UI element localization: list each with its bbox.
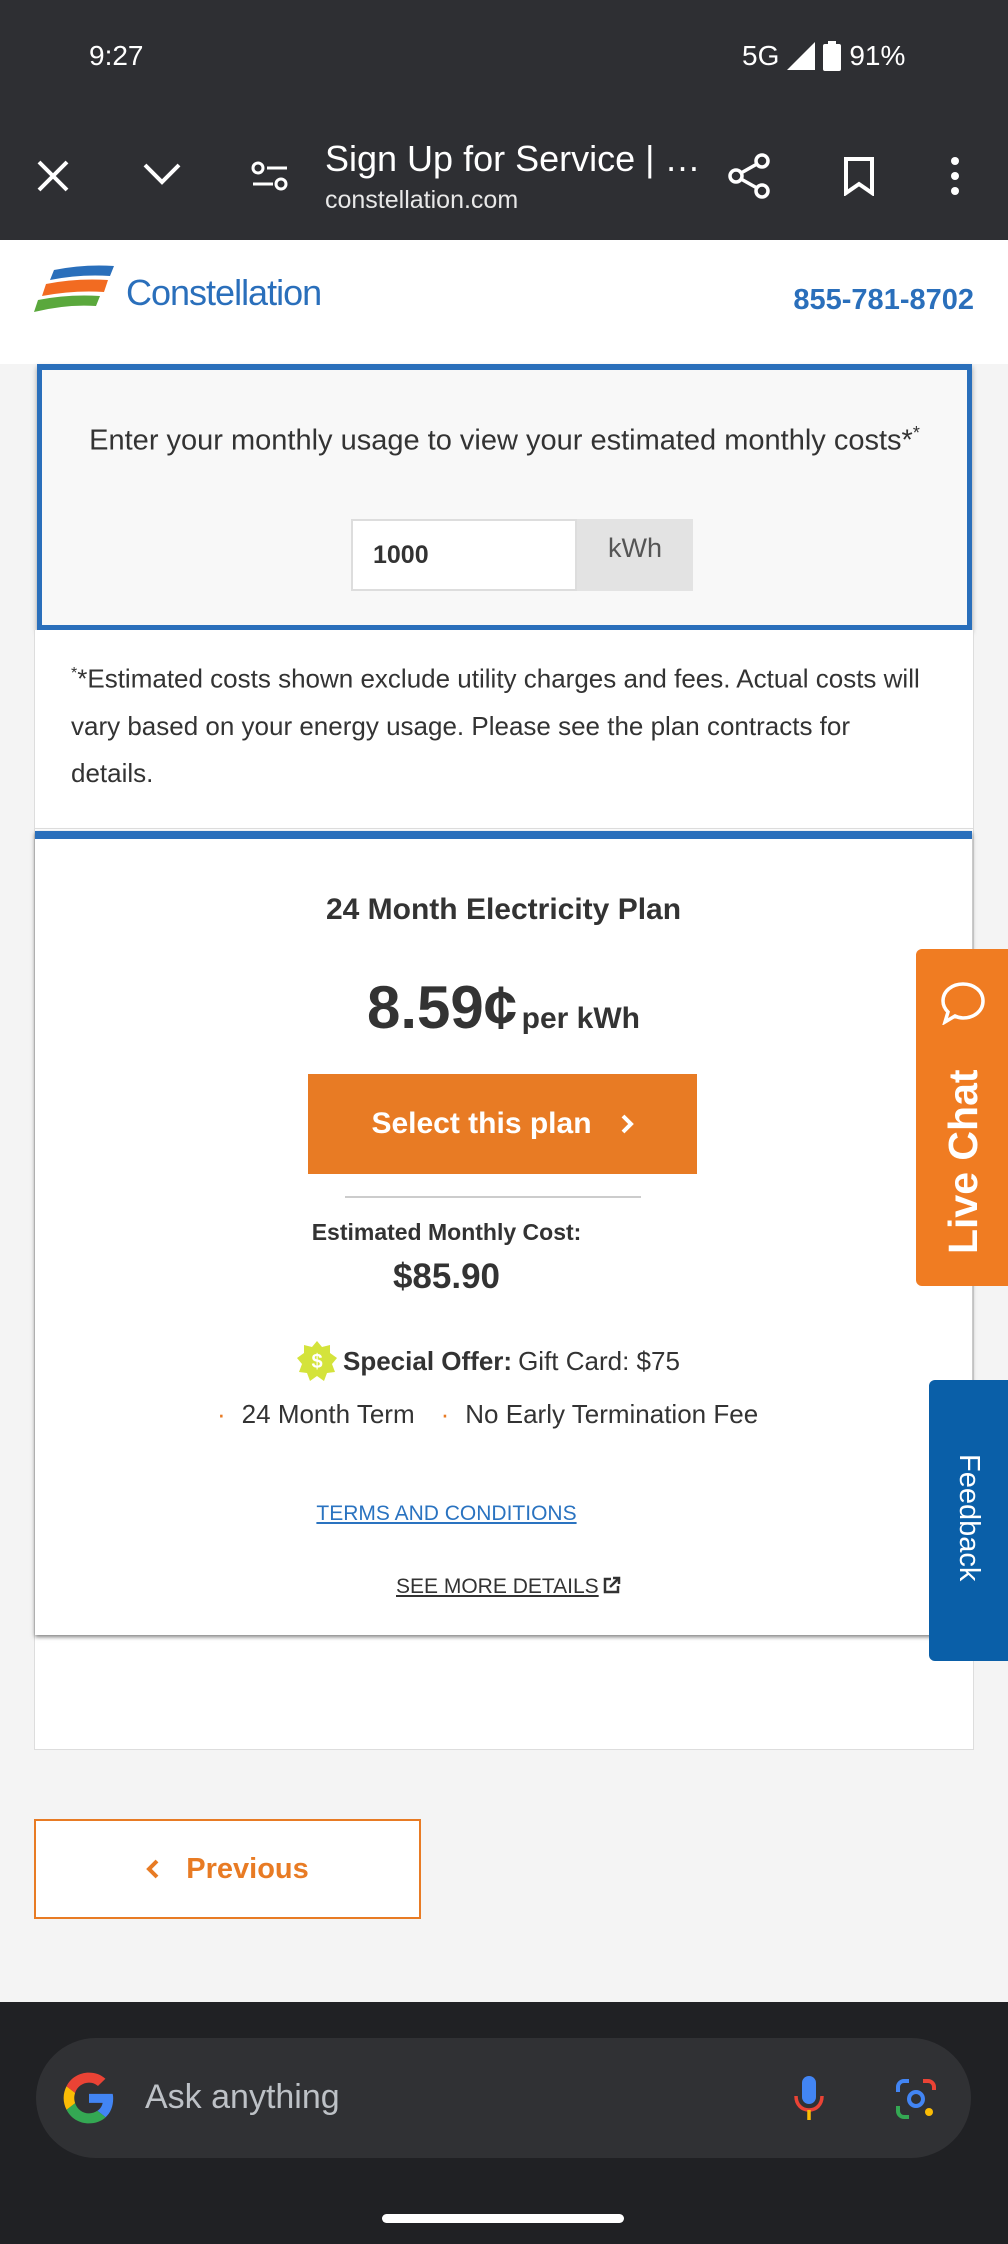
page-title[interactable]: Sign Up for Service | … bbox=[325, 138, 701, 180]
offer-value: Gift Card: $75 bbox=[518, 1345, 680, 1376]
usage-panel: Enter your monthly usage to view your es… bbox=[37, 364, 972, 630]
more-menu-icon[interactable] bbox=[949, 156, 961, 196]
search-placeholder: Ask anything bbox=[145, 2078, 340, 2116]
plan-title: 24 Month Electricity Plan bbox=[325, 893, 682, 926]
feature-item: · 24 Month Term bbox=[217, 1399, 415, 1429]
details-text: SEE MORE DETAILS bbox=[396, 1575, 599, 1598]
select-plan-button[interactable]: Select this plan bbox=[308, 1074, 697, 1174]
previous-label: Previous bbox=[186, 1852, 309, 1885]
offer-label: Special Offer: bbox=[343, 1345, 513, 1376]
see-more-details-link[interactable]: SEE MORE DETAILS bbox=[396, 1575, 622, 1599]
site-settings-icon[interactable] bbox=[251, 160, 289, 192]
microphone-icon[interactable] bbox=[793, 2076, 825, 2122]
constellation-logo[interactable]: Constellation bbox=[34, 264, 322, 314]
status-time: 9:27 bbox=[89, 40, 144, 71]
signal-icon bbox=[787, 42, 816, 70]
rate-unit: per kWh bbox=[521, 1002, 640, 1035]
plan-card: 24 Month Electricity Plan 8.59¢ per kWh … bbox=[35, 831, 972, 1635]
bookmark-icon[interactable] bbox=[843, 156, 875, 196]
logo-text: Constellation bbox=[126, 272, 322, 313]
previous-button[interactable]: Previous bbox=[34, 1819, 421, 1919]
external-link-icon bbox=[603, 1576, 620, 1594]
logo-mark-icon bbox=[34, 265, 114, 312]
share-icon[interactable] bbox=[728, 153, 772, 199]
feature-text: 24 Month Term bbox=[241, 1399, 415, 1429]
chevron-down-icon[interactable] bbox=[142, 162, 182, 186]
usage-prompt-text: Enter your monthly usage to view your es… bbox=[89, 424, 913, 457]
close-icon[interactable] bbox=[36, 159, 70, 193]
feature-text: No Early Termination Fee bbox=[465, 1399, 759, 1429]
estimated-cost-label: Estimated Monthly Cost: bbox=[311, 1219, 582, 1245]
phone-link[interactable]: 855-781-8702 bbox=[793, 284, 974, 317]
google-lens-icon[interactable] bbox=[895, 2078, 937, 2120]
chat-bubble-icon bbox=[941, 982, 985, 1025]
special-offer: $ Special Offer: Gift Card: $75 bbox=[297, 1341, 680, 1381]
feedback-label: Feedback bbox=[953, 1454, 985, 1582]
select-plan-label: Select this plan bbox=[371, 1107, 592, 1140]
battery-level: 91% bbox=[849, 40, 906, 71]
feature-item: · No Early Termination Fee bbox=[440, 1399, 759, 1429]
dollar-badge-icon: $ bbox=[297, 1341, 337, 1381]
rate-value: 8.59¢ bbox=[367, 974, 518, 1041]
site-header: Constellation 855-781-8702 bbox=[0, 240, 1008, 364]
live-chat-label: Live Chat bbox=[940, 1069, 986, 1254]
terms-link[interactable]: TERMS AND CONDITIONS bbox=[35, 1502, 858, 1526]
chevron-left-icon bbox=[146, 1859, 159, 1879]
home-gesture-handle[interactable] bbox=[382, 2214, 624, 2223]
usage-prompt: Enter your monthly usage to view your es… bbox=[82, 410, 927, 464]
feedback-tab[interactable]: Feedback bbox=[929, 1380, 1008, 1661]
disclaimer: **Estimated costs shown exclude utility … bbox=[34, 630, 974, 828]
chevron-right-icon bbox=[621, 1114, 634, 1134]
status-icons: 5G 91% bbox=[742, 40, 905, 72]
browser-chrome: 9:27 5G 91% Sign Up for Service | … cons… bbox=[0, 0, 1008, 240]
plan-features: · 24 Month Term · No Early Termination Fee bbox=[217, 1399, 758, 1430]
disclaimer-text: *Estimated costs shown exclude utility c… bbox=[71, 663, 920, 788]
usage-unit: kWh bbox=[577, 519, 693, 591]
live-chat-tab[interactable]: Live Chat bbox=[916, 949, 1008, 1286]
page-url[interactable]: constellation.com bbox=[325, 186, 518, 215]
usage-input[interactable]: 1000 bbox=[351, 519, 577, 591]
estimated-cost-value: $85.90 bbox=[392, 1257, 501, 1296]
plan-rate: 8.59¢ per kWh bbox=[35, 973, 972, 1042]
battery-icon bbox=[823, 41, 842, 71]
network-label: 5G bbox=[742, 40, 780, 71]
svg-text:$: $ bbox=[311, 1351, 322, 1373]
usage-prompt-sup: * bbox=[912, 423, 920, 443]
bottom-bar: Ask anything bbox=[0, 2002, 1008, 2244]
search-bar[interactable]: Ask anything bbox=[36, 2038, 971, 2158]
google-logo-icon bbox=[63, 2072, 114, 2124]
divider bbox=[345, 1196, 641, 1198]
